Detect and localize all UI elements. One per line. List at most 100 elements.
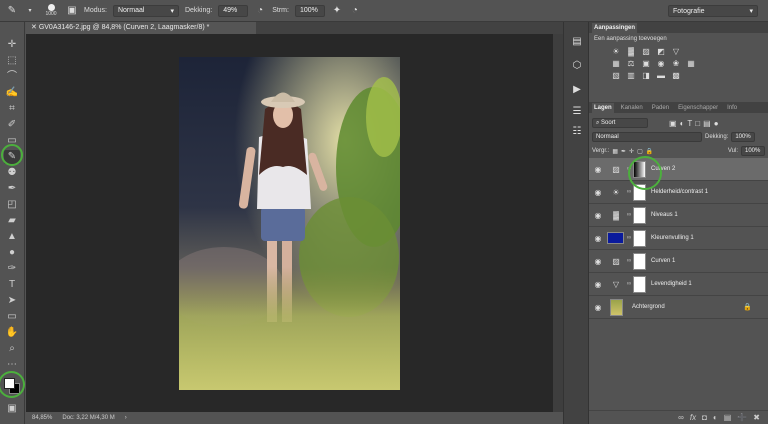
color-lookup-icon[interactable]: ▦ [686,59,696,69]
layer-row[interactable]: ◉ ▨ ∞ Curven 1 [589,250,768,273]
move-tool-icon[interactable]: ✛ [4,38,20,52]
link-chain-icon[interactable]: ∞ [625,258,633,264]
fill-input[interactable]: 100% [741,146,765,156]
properties-icon[interactable]: ☷ [571,126,583,138]
add-mask-icon[interactable]: ◘ [702,413,707,422]
foreground-color-swatch[interactable] [4,378,15,389]
tab-properties[interactable]: Eigenschapper [676,103,720,113]
curves-icon[interactable]: ▨ [641,47,651,57]
visibility-eye-icon[interactable]: ◉ [589,188,607,197]
more-tools-icon[interactable]: ⋯ [4,358,20,372]
pen-tool-icon[interactable]: ✑ [4,262,20,276]
visibility-eye-icon[interactable]: ◉ [589,234,607,243]
workspace-select[interactable]: Fotografie ▾ [668,5,758,17]
clone-stamp-tool-icon[interactable]: ⚉ [4,166,20,180]
zoom-tool-icon[interactable]: ⌕ [4,342,20,356]
link-chain-icon[interactable]: ∞ [625,212,633,218]
layer-mask-thumbnail[interactable] [633,275,646,293]
layer-row[interactable]: ◉ ▓ ∞ Niveaus 1 [589,204,768,227]
quick-selection-tool-icon[interactable]: ✍ [4,86,20,100]
exposure-icon[interactable]: ◩ [656,47,666,57]
rectangle-tool-icon[interactable]: ▭ [4,310,20,324]
visibility-eye-icon[interactable]: ◉ [589,211,607,220]
photo-filter-icon[interactable]: ◉ [656,59,666,69]
visibility-eye-icon[interactable]: ◉ [589,280,607,289]
tab-adjustments[interactable]: Aanpassingen [592,23,638,33]
lock-all-icon[interactable]: 🔒 [646,148,653,155]
filter-toggle-icon[interactable]: ● [714,119,719,128]
close-icon[interactable]: ✕ [31,24,39,31]
filter-smart-icon[interactable]: ▤ [703,119,711,128]
lasso-tool-icon[interactable]: ⌒ [4,70,20,84]
vibrance-icon[interactable]: ▽ [671,47,681,57]
lock-position-icon[interactable]: ✛ [629,148,634,155]
brush-preset-picker[interactable]: 1000 [42,4,60,17]
tab-channels[interactable]: Kanalen [619,103,645,113]
quick-mask-icon[interactable]: ▣ [4,402,20,416]
brush-tool-icon[interactable]: ✎ [4,150,20,164]
solid-color-swatch[interactable] [607,232,624,244]
blur-tool-icon[interactable]: ▲ [4,230,20,244]
mode-select[interactable]: Normaal ▾ [112,4,179,17]
layer-mask-thumbnail[interactable] [633,229,646,247]
link-layers-icon[interactable]: ∞ [678,413,684,422]
layer-mask-thumbnail[interactable] [633,160,646,178]
lock-image-icon[interactable]: ✒ [621,148,626,155]
invert-icon[interactable]: ▧ [611,71,621,81]
eraser-tool-icon[interactable]: ◰ [4,198,20,212]
brush-panel-icon[interactable]: ▣ [66,5,78,17]
layer-style-icon[interactable]: fx [690,413,696,422]
canvas-area[interactable] [26,34,553,412]
brightness-icon[interactable]: ☀ [611,47,621,57]
visibility-eye-icon[interactable]: ◉ [589,165,607,174]
gradient-map-icon[interactable]: ▬ [656,71,666,81]
posterize-icon[interactable]: ▥ [626,71,636,81]
type-tool-icon[interactable]: T [4,278,20,292]
3d-cube-icon[interactable]: ⬡ [571,60,583,72]
new-layer-icon[interactable]: ➕ [737,413,747,422]
pressure-size-icon[interactable]: ◔ [349,5,361,17]
eyedropper-tool-icon[interactable]: ✐ [4,118,20,132]
tab-paths[interactable]: Paden [650,103,671,113]
visibility-eye-icon[interactable]: ◉ [589,303,607,312]
paragraph-icon[interactable]: ☰ [571,106,583,118]
vertical-scrollbar[interactable] [553,34,563,412]
layer-row[interactable]: ◉ Achtergrond 🔒 [589,296,768,319]
filter-shape-icon[interactable]: □ [695,119,700,128]
blend-mode-select[interactable]: Normaal [592,132,702,142]
tab-info[interactable]: Info [725,103,739,113]
marquee-tool-icon[interactable]: ⬚ [4,54,20,68]
black-white-icon[interactable]: ▣ [641,59,651,69]
layer-row[interactable]: ◉ ☀ ∞ Helderheid/contrast 1 [589,181,768,204]
pressure-opacity-icon[interactable]: ◔ [254,5,266,17]
layer-row[interactable]: ◉ ▽ ∞ Levendigheid 1 [589,273,768,296]
filter-pixel-icon[interactable]: ▣ [669,119,677,128]
libraries-icon[interactable]: ▤ [571,36,583,48]
lock-transparency-icon[interactable]: ▦ [612,148,618,155]
dropdown-arrow-icon[interactable]: ▾ [24,5,36,17]
crop-tool-icon[interactable]: ⌗ [4,102,20,116]
color-balance-icon[interactable]: ⚖ [626,59,636,69]
airbrush-icon[interactable]: ✦ [331,5,343,17]
channel-mixer-icon[interactable]: ❀ [671,59,681,69]
link-chain-icon[interactable]: ∞ [625,235,633,241]
lock-artboard-icon[interactable]: ▢ [637,148,643,155]
paint-bucket-tool-icon[interactable]: ▰ [4,214,20,228]
hand-tool-icon[interactable]: ✋ [4,326,20,340]
visibility-eye-icon[interactable]: ◉ [589,257,607,266]
levels-icon[interactable]: ▓ [626,47,636,57]
layer-mask-thumbnail[interactable] [633,206,646,224]
image-thumbnail[interactable] [610,298,623,316]
link-chain-icon[interactable]: ∞ [625,166,633,172]
filter-type-icon[interactable]: T [687,119,692,128]
document-tab[interactable]: ✕ GV0A3146-2.jpg @ 84,8% (Curven 2, Laag… [26,22,256,34]
document-photo[interactable] [179,57,400,390]
play-actions-icon[interactable]: ▶ [571,84,583,96]
link-chain-icon[interactable]: ∞ [625,189,633,195]
healing-brush-tool-icon[interactable]: ▭ [4,134,20,148]
layer-opacity-input[interactable]: 100% [731,132,756,142]
history-brush-tool-icon[interactable]: ✒ [4,182,20,196]
link-chain-icon[interactable]: ∞ [625,281,633,287]
selective-color-icon[interactable]: ▩ [671,71,681,81]
filter-adjustment-icon[interactable]: ◐ [680,119,685,128]
